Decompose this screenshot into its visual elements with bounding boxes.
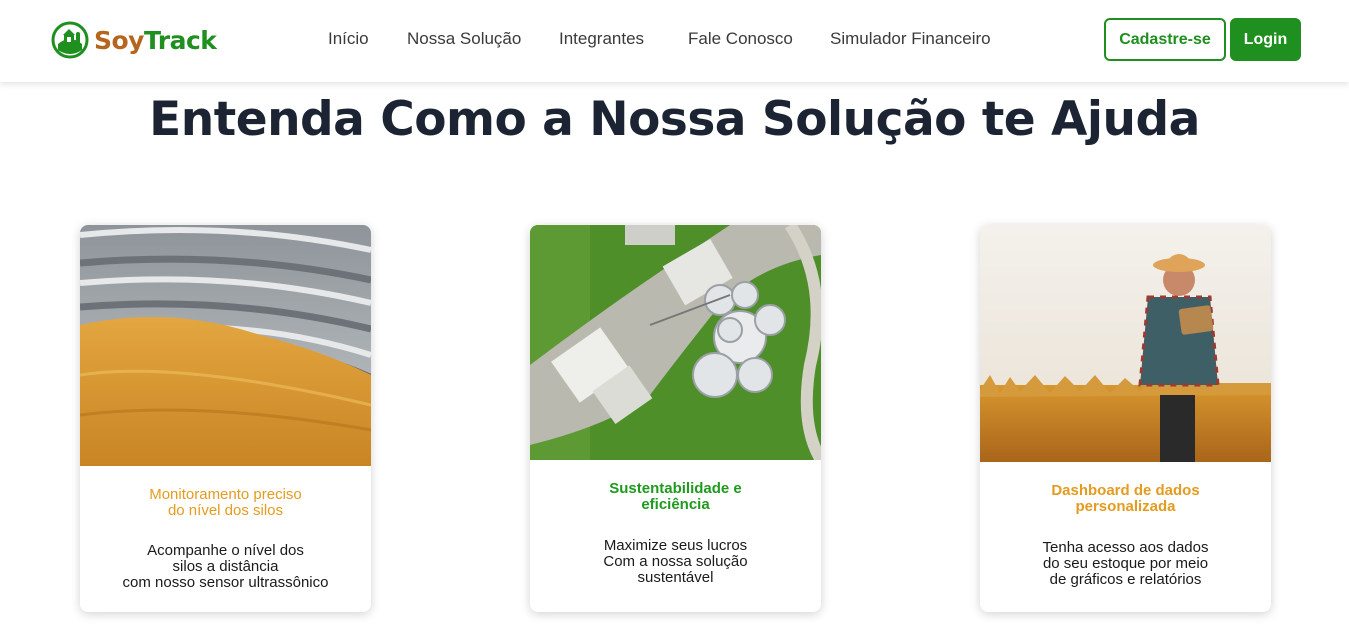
login-button[interactable]: Login: [1230, 18, 1301, 61]
feature-card-monitoring: Monitoramento preciso do nível dos silos…: [80, 225, 371, 612]
aerial-silos-image: [530, 225, 821, 460]
brand-logo[interactable]: SoyTrack: [50, 20, 217, 60]
globe-farm-icon: [51, 21, 89, 59]
page-title: Entenda Como a Nossa Solução te Ajuda: [149, 92, 1200, 147]
card-title: Monitoramento preciso do nível dos silos: [149, 486, 302, 519]
brand-name-soy: Soy: [94, 25, 144, 55]
nav-link-simulador-financeiro[interactable]: Simulador Financeiro: [830, 29, 991, 49]
feature-card-dashboard: Dashboard de dados personalizada Tenha a…: [980, 225, 1271, 612]
card-description: Tenha acesso aos dados do seu estoque po…: [1042, 539, 1209, 588]
farmer-tablet-image: [980, 225, 1271, 462]
feature-card-sustainability: Sustentabilidade e eficiência Maximize s…: [530, 225, 821, 612]
signup-button[interactable]: Cadastre-se: [1104, 18, 1226, 61]
nav-link-nossa-solucao[interactable]: Nossa Solução: [407, 29, 521, 49]
navbar: SoyTrack Início Nossa Solução Integrante…: [0, 0, 1349, 82]
nav-link-inicio[interactable]: Início: [328, 29, 369, 49]
nav-link-integrantes[interactable]: Integrantes: [559, 29, 644, 49]
card-title: Dashboard de dados personalizada: [1051, 482, 1200, 515]
nav-link-fale-conosco[interactable]: Fale Conosco: [688, 29, 793, 49]
corn-silo-image: [80, 225, 371, 466]
card-description: Maximize seus lucros Com a nossa solução…: [603, 537, 748, 586]
card-description: Acompanhe o nível dos silos a distância …: [122, 542, 329, 591]
brand-name-track: Track: [143, 25, 217, 55]
card-title: Sustentabilidade e eficiência: [609, 480, 742, 513]
